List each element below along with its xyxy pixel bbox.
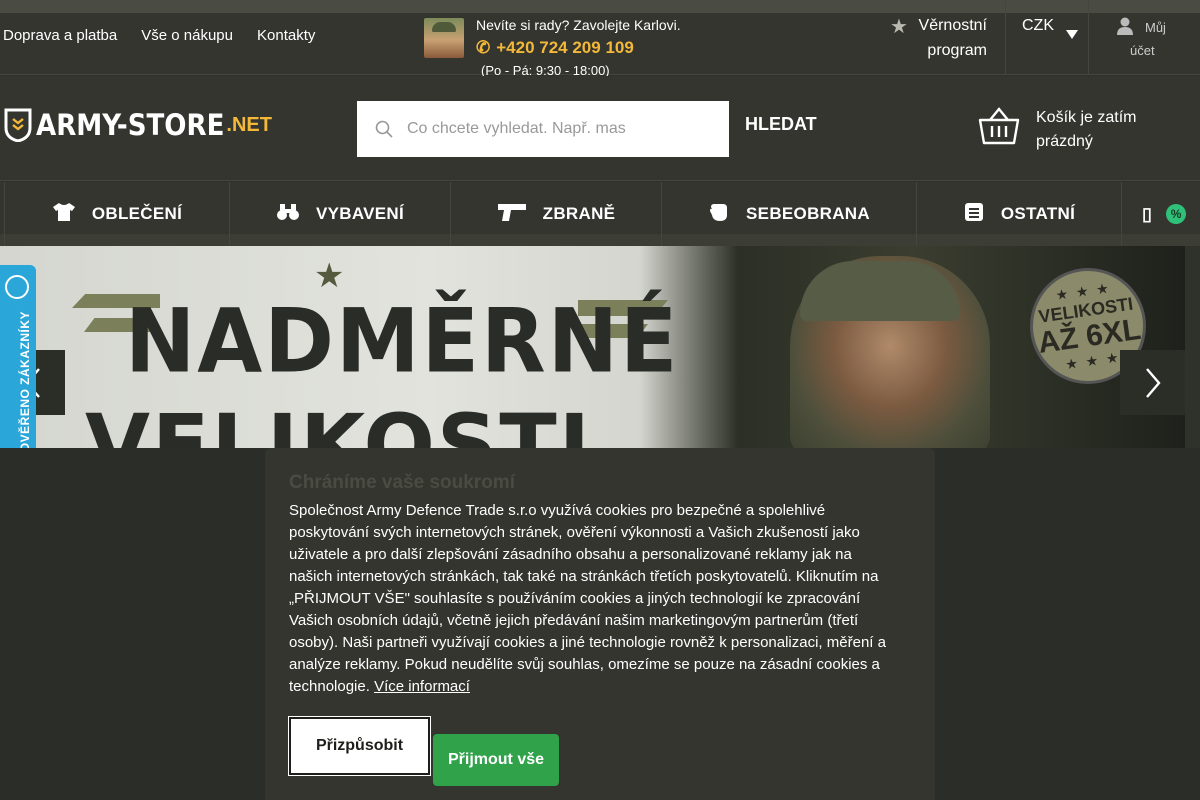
chevron-down-icon <box>1066 30 1078 39</box>
site-header: ARMY-STORE .NET HLEDAT Košík je zatím pr… <box>0 76 1200 181</box>
nav-item-other[interactable]: OSTATNÍ <box>916 182 1121 246</box>
nav-item-clothing[interactable]: OBLEČENÍ <box>4 182 229 246</box>
basket-icon <box>978 107 1020 145</box>
cookie-consent-dialog: Chráníme vaše soukromí Společnost Army D… <box>265 448 935 800</box>
search-box <box>357 101 729 157</box>
cookie-body-text: Společnost Army Defence Trade s.r.o využ… <box>289 502 886 695</box>
search-button[interactable]: HLEDAT <box>729 101 827 147</box>
nav-item-self-defense[interactable]: SEBEOBRANA <box>661 182 916 246</box>
nav-label: OSTATNÍ <box>1000 204 1076 223</box>
cart-status: Košík je zatím prázdný <box>1036 109 1137 150</box>
customize-button[interactable]: Přizpůsobit <box>289 717 430 775</box>
tshirt-icon <box>52 202 76 227</box>
nav-label: ZBRANĚ <box>542 204 616 223</box>
logo-suffix: .NET <box>226 113 272 136</box>
more-info-link[interactable]: Více informací <box>374 678 470 695</box>
phone-number: +420 724 209 109 <box>496 38 634 57</box>
currency-select[interactable]: CZK <box>1005 0 1089 75</box>
nav-item-sale[interactable]: ▯ % <box>1121 182 1200 246</box>
hero-model-cap <box>800 261 960 321</box>
chevron-right-icon <box>1145 367 1161 398</box>
shield-logo-icon <box>4 108 32 142</box>
verified-by-customers-widget[interactable]: OVĚŘENO ZÁKAZNÍKY <box>0 265 36 453</box>
search-icon <box>375 120 393 138</box>
nav-label: SEBEOBRANA <box>746 204 870 223</box>
verified-seal-icon <box>5 275 29 299</box>
nav-item-equipment[interactable]: VYBAVENÍ <box>229 182 450 246</box>
hero-title-line-1: NADMĚRNÉ <box>125 289 680 393</box>
search-input[interactable] <box>407 117 677 141</box>
cookie-body: Společnost Army Defence Trade s.r.o využ… <box>289 500 889 698</box>
hero-title-line-2: VELIKOSTI <box>85 396 592 448</box>
star-icon: ★ <box>890 16 908 38</box>
fist-icon <box>708 201 730 228</box>
phone-icon: ✆ <box>476 38 491 57</box>
loyalty-label-2: program <box>927 42 987 59</box>
phone-link[interactable]: ✆ +420 724 209 109 <box>476 38 634 58</box>
nav-item-weapons[interactable]: ZBRANĚ <box>450 182 661 246</box>
pistol-icon <box>497 202 527 227</box>
main-nav: OBLEČENÍ VYBAVENÍ ZBRANĚ SEBEOBRANA OSTA… <box>0 182 1200 246</box>
list-icon <box>963 201 985 228</box>
account-link[interactable]: Můj účet <box>1090 13 1200 75</box>
sale-percent-icon: % <box>1166 204 1187 224</box>
binoculars-icon <box>276 202 300 227</box>
link-shipping-payment[interactable]: Doprava a platba <box>3 27 117 44</box>
loyalty-program-link[interactable]: ★ Věrnostní program <box>890 13 1005 75</box>
nav-label: OBLEČENÍ <box>91 204 183 223</box>
support-avatar <box>424 18 464 58</box>
currency-value: CZK <box>1022 17 1054 34</box>
link-contacts[interactable]: Kontakty <box>257 27 315 44</box>
hero-banner[interactable]: ★ NADMĚRNÉ VELIKOSTI ★ ★ ★ VELIKOSTI AŽ … <box>0 246 1185 448</box>
account-label-2: účet <box>1130 43 1155 58</box>
nav-label: VYBAVENÍ <box>315 204 405 223</box>
accept-all-button[interactable]: Přijmout vše <box>433 734 559 786</box>
user-icon <box>1117 17 1133 35</box>
top-links: Doprava a platba Vše o nákupu Kontakty <box>3 27 315 44</box>
logo-text: ARMY-STORE <box>36 108 225 142</box>
help-text: Nevíte si rady? Zavolejte Karlovi. <box>476 17 681 33</box>
cookie-title: Chráníme vaše soukromí <box>289 472 515 493</box>
account-label-1: Můj <box>1145 20 1166 35</box>
site-logo[interactable]: ARMY-STORE .NET <box>4 108 272 142</box>
link-about-shopping[interactable]: Vše o nákupu <box>141 27 233 44</box>
cart-link[interactable]: Košík je zatím prázdný <box>978 104 1193 160</box>
bracket-icon: ▯ <box>1142 203 1153 224</box>
carousel-next-button[interactable] <box>1120 350 1185 415</box>
verified-label: OVĚŘENO ZÁKAZNÍKY <box>18 311 32 453</box>
